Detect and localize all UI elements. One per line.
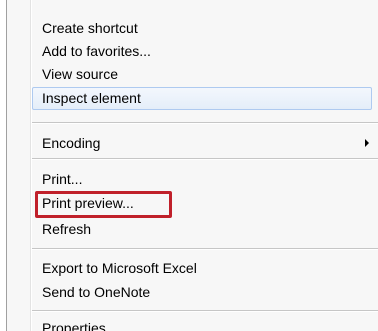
- menu-item-label: Refresh: [42, 221, 92, 237]
- menu-separator-highlight: [32, 159, 378, 160]
- menu-separator-highlight: [32, 311, 378, 312]
- menu-item-print[interactable]: Print...: [32, 168, 372, 191]
- menu-separator-highlight: [32, 123, 378, 124]
- menu-item-create-shortcut[interactable]: Create shortcut: [32, 17, 372, 40]
- menu-item-inspect-element[interactable]: Inspect element: [32, 87, 372, 110]
- chevron-right-icon: [365, 139, 369, 147]
- menu-item-label: Print preview...: [42, 195, 134, 211]
- menu-item-label: View source: [42, 66, 119, 82]
- menu-item-print-preview[interactable]: Print preview...: [32, 192, 372, 215]
- menu-item-label: Inspect element: [42, 90, 141, 106]
- menu-item-label: Send to OneNote: [42, 284, 151, 300]
- menu-item-add-to-favorites[interactable]: Add to favorites...: [32, 40, 372, 63]
- menu-item-label: Print...: [42, 171, 83, 187]
- menu-item-view-source[interactable]: View source: [32, 63, 372, 86]
- menu-left-border: [0, 0, 7, 331]
- menu-item-properties[interactable]: Properties: [32, 317, 372, 331]
- menu-item-send-to-onenote[interactable]: Send to OneNote: [32, 281, 372, 304]
- menu-item-encoding[interactable]: Encoding: [32, 132, 372, 155]
- menu-item-label: Add to favorites...: [42, 43, 151, 59]
- menu-item-refresh[interactable]: Refresh: [32, 218, 372, 241]
- context-menu: Create shortcut Add to favorites... View…: [0, 0, 378, 331]
- menu-item-label: Properties: [42, 320, 106, 331]
- menu-item-label: Export to Microsoft Excel: [42, 260, 197, 276]
- menu-item-label: Encoding: [42, 135, 101, 151]
- menu-item-export-to-excel[interactable]: Export to Microsoft Excel: [32, 257, 372, 280]
- menu-separator-highlight: [32, 249, 378, 250]
- menu-item-label: Create shortcut: [42, 20, 138, 36]
